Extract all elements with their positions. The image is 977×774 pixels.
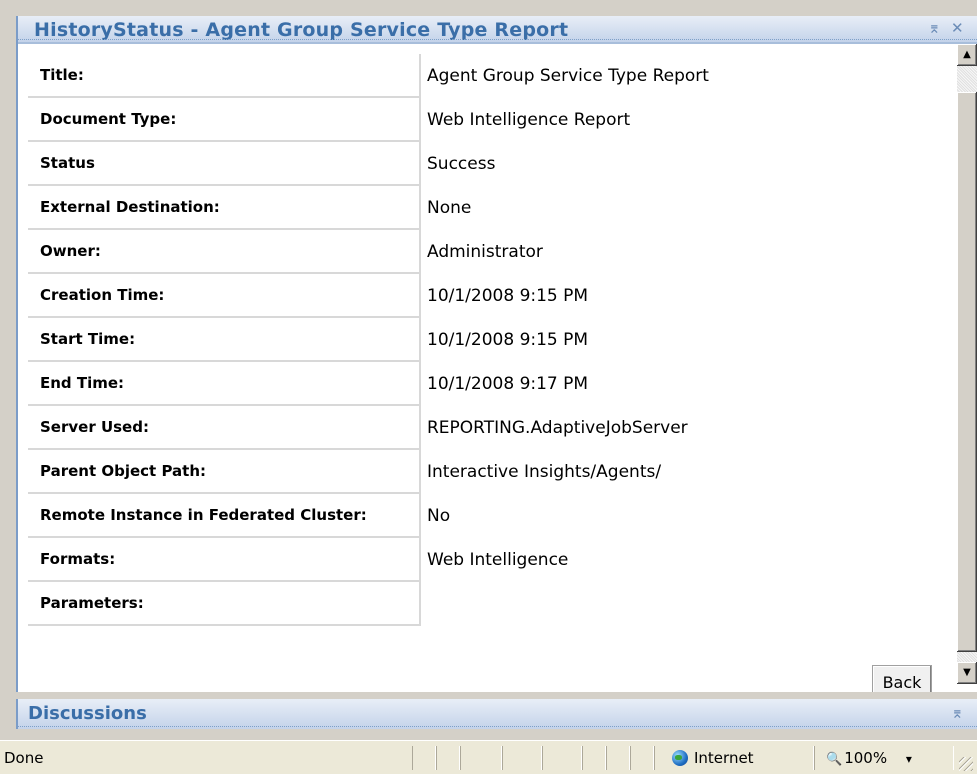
property-value: Administrator — [427, 242, 543, 262]
pin-icon[interactable]: ⌆ — [928, 19, 941, 37]
property-label: Creation Time: — [28, 274, 421, 318]
close-icon[interactable]: ✕ — [951, 19, 964, 37]
back-button[interactable]: Back — [872, 665, 932, 692]
property-label: Document Type: — [28, 98, 421, 142]
property-row: Status Success — [28, 142, 927, 186]
property-row: Formats: Web Intelligence — [28, 538, 927, 582]
panel-header: HistoryStatus - Agent Group Service Type… — [18, 16, 977, 44]
property-value: No — [427, 506, 451, 526]
property-row: Title: Agent Group Service Type Report — [28, 54, 927, 98]
property-row: Remote Instance in Federated Cluster: No — [28, 494, 927, 538]
zoom-icon: 🔍 — [826, 752, 843, 767]
status-pane — [502, 746, 542, 770]
security-zone[interactable]: Internet — [672, 746, 754, 770]
zoom-level: 100% — [844, 749, 888, 767]
property-row: Start Time: 10/1/2008 9:15 PM — [28, 318, 927, 362]
property-row: External Destination: None — [28, 186, 927, 230]
property-row: Owner: Administrator — [28, 230, 927, 274]
zone-label: Internet — [694, 749, 754, 767]
property-value: 10/1/2008 9:15 PM — [427, 286, 589, 306]
property-label: End Time: — [28, 362, 421, 406]
property-label: Remote Instance in Federated Cluster: — [28, 494, 421, 538]
property-row: Parent Object Path: Interactive Insights/… — [28, 450, 927, 494]
status-bar: Done Internet 🔍 100% ▾ — [0, 740, 977, 774]
property-value: Web Intelligence — [427, 550, 569, 570]
property-value: None — [427, 198, 472, 218]
property-label: Status — [28, 142, 421, 186]
property-row: Server Used: REPORTING.AdaptiveJobServer — [28, 406, 927, 450]
property-label: Server Used: — [28, 406, 421, 450]
vertical-scrollbar[interactable]: ▲ ▼ — [957, 44, 977, 684]
property-value: Agent Group Service Type Report — [427, 66, 709, 86]
properties-content: Title: Agent Group Service Type Report Doc… — [18, 44, 943, 692]
status-pane — [412, 746, 436, 770]
properties-table: Title: Agent Group Service Type Report Doc… — [28, 54, 927, 626]
property-label: External Destination: — [28, 186, 421, 230]
property-value: Success — [427, 154, 496, 174]
zoom-control[interactable]: 🔍 100% ▾ — [826, 746, 912, 770]
property-row: Parameters: — [28, 582, 927, 626]
status-pane — [542, 746, 582, 770]
header-divider — [18, 725, 977, 727]
status-pane — [582, 746, 606, 770]
property-row: Creation Time: 10/1/2008 9:15 PM — [28, 274, 927, 318]
discussions-title[interactable]: Discussions — [28, 703, 147, 724]
discussions-panel-header[interactable]: Discussions ⌆ — [16, 699, 977, 729]
property-row: Document Type: Web Intelligence Report — [28, 98, 927, 142]
resize-grip-icon[interactable] — [959, 757, 973, 771]
property-value: Interactive Insights/Agents/ — [427, 462, 662, 482]
status-pane — [630, 746, 654, 770]
scroll-down-button[interactable]: ▼ — [957, 662, 977, 684]
property-label: Title: — [28, 54, 421, 98]
scroll-up-button[interactable]: ▲ — [957, 44, 977, 66]
status-pane — [606, 746, 630, 770]
property-label: Parent Object Path: — [28, 450, 421, 494]
property-label: Start Time: — [28, 318, 421, 362]
status-pane — [460, 746, 502, 770]
globe-icon — [672, 750, 688, 766]
history-status-panel: HistoryStatus - Agent Group Service Type… — [16, 16, 977, 692]
property-label: Owner: — [28, 230, 421, 274]
status-pane — [436, 746, 460, 770]
scrollbar-thumb[interactable] — [957, 92, 977, 652]
pin-icon[interactable]: ⌆ — [951, 704, 964, 722]
chevron-down-icon[interactable]: ▾ — [906, 752, 912, 766]
browser-content: HistoryStatus - Agent Group Service Type… — [0, 0, 977, 740]
property-value: REPORTING.AdaptiveJobServer — [427, 418, 688, 438]
property-label: Parameters: — [28, 582, 421, 626]
property-value: 10/1/2008 9:17 PM — [427, 374, 589, 394]
property-label: Formats: — [28, 538, 421, 582]
header-divider — [18, 38, 977, 40]
property-value: Web Intelligence Report — [427, 110, 631, 130]
property-row: End Time: 10/1/2008 9:17 PM — [28, 362, 927, 406]
property-value — [421, 582, 927, 626]
property-value: 10/1/2008 9:15 PM — [427, 330, 589, 350]
status-text: Done — [4, 749, 44, 767]
